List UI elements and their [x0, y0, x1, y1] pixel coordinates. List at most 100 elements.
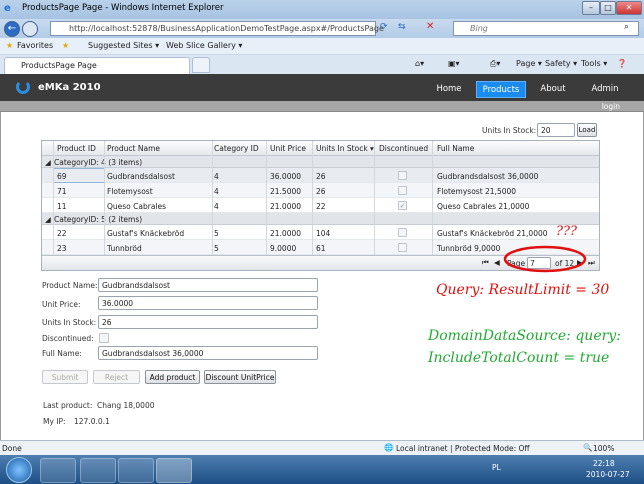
- discontinued-cell-checkbox[interactable]: ✓: [398, 201, 407, 210]
- security-zone[interactable]: Local intranet | Protected Mode: Off: [396, 444, 530, 453]
- last-product-value: Chang 18,0000: [97, 401, 155, 410]
- taskbar-explorer[interactable]: [40, 458, 76, 483]
- cell-full-name: Flotemysost 21,5000: [437, 187, 517, 196]
- forward-button[interactable]: [22, 21, 38, 37]
- home-icon[interactable]: ⌂▾: [415, 59, 424, 68]
- cell-category-id: 5: [214, 244, 219, 253]
- taskbar-visual-studio[interactable]: [118, 458, 154, 483]
- close-button[interactable]: ✕: [616, 1, 642, 15]
- zoom-level[interactable]: 100%: [593, 444, 614, 453]
- favorites-button[interactable]: Favorites: [17, 41, 53, 50]
- add-favorite-icon[interactable]: ★: [62, 41, 69, 50]
- discontinued-cell-checkbox[interactable]: [398, 228, 407, 237]
- start-button[interactable]: [6, 457, 32, 483]
- table-row[interactable]: 11 Queso Cabrales 4 21.0000 22 Queso Cabrales…: [42, 198, 599, 213]
- cell-unit-price: 36.0000: [270, 172, 302, 181]
- group-toggle-icon[interactable]: ◢: [45, 215, 51, 224]
- col-discontinued[interactable]: Discontinued: [379, 144, 428, 153]
- address-input[interactable]: http://localhost:52878/BusinessApplicati…: [50, 21, 384, 36]
- cell-units-in-stock: 26: [316, 187, 326, 196]
- cell-units-in-stock: 61: [316, 244, 326, 253]
- product-name-input[interactable]: Gudbrandsdalsost: [98, 278, 318, 292]
- cell-full-name: Tunnbröd 9,0000: [437, 244, 501, 253]
- clock-time[interactable]: 22:18: [593, 459, 615, 468]
- current-cell-focus: [53, 168, 105, 183]
- login-link[interactable]: login: [602, 102, 620, 111]
- cell-product-name: Queso Cabrales: [107, 202, 167, 211]
- compat-icon[interactable]: ⇆: [398, 22, 406, 32]
- prev-page-icon[interactable]: ◀: [494, 258, 500, 267]
- back-button[interactable]: ←: [4, 21, 20, 37]
- col-category-id[interactable]: Category ID: [214, 144, 259, 153]
- col-unit-price[interactable]: Unit Price: [270, 144, 306, 153]
- star-icon: ★: [6, 41, 14, 50]
- feeds-icon[interactable]: ▣▾: [448, 59, 460, 68]
- minimize-button[interactable]: –: [582, 1, 600, 15]
- unit-price-label: Unit Price:: [42, 300, 81, 309]
- group-header[interactable]: ◢ CategoryID: 4 (3 items): [42, 156, 599, 168]
- discontinued-checkbox[interactable]: [99, 333, 109, 343]
- col-product-name[interactable]: Product Name: [107, 144, 160, 153]
- window-title: ProductsPage Page - Windows Internet Exp…: [22, 3, 224, 13]
- first-page-icon[interactable]: ⏮: [482, 258, 489, 268]
- search-input[interactable]: Bing: [453, 21, 639, 36]
- taskbar-media-player[interactable]: [80, 458, 116, 483]
- status-text: Done: [2, 444, 22, 453]
- column-divider: [104, 141, 105, 255]
- nav-about[interactable]: About: [534, 81, 572, 98]
- units-filter-input[interactable]: 20: [537, 123, 575, 137]
- cell-unit-price: 21.5000: [270, 187, 302, 196]
- product-name-label: Product Name:: [42, 281, 98, 290]
- nav-admin[interactable]: Admin: [584, 81, 626, 98]
- login-bar: [0, 101, 644, 112]
- taskbar-internet-explorer[interactable]: [156, 458, 192, 483]
- cell-category-id: 5: [214, 229, 219, 238]
- print-icon[interactable]: ⎙▾: [490, 59, 500, 69]
- discontinued-cell-checkbox[interactable]: [398, 171, 407, 180]
- unit-price-input[interactable]: 36.0000: [98, 296, 318, 310]
- reject-button[interactable]: Reject: [93, 370, 140, 384]
- language-indicator[interactable]: PL: [492, 463, 501, 472]
- stop-icon[interactable]: ✕: [426, 21, 434, 32]
- search-icon[interactable]: ⌕: [624, 22, 629, 32]
- grid-header: Product ID Product Name Category ID Unit…: [42, 141, 599, 156]
- page-menu[interactable]: Page ▾: [516, 59, 542, 68]
- red-circle-annotation: [503, 245, 587, 273]
- discount-unitprice-button[interactable]: Discount UnitPrice: [204, 370, 276, 384]
- new-tab-button[interactable]: [192, 57, 210, 73]
- col-full-name[interactable]: Full Name: [437, 144, 474, 153]
- dds-annotation-line2: IncludeTotalCount = true: [428, 350, 610, 366]
- table-row[interactable]: 22 Gustaf's Knäckebröd 5 21.0000 104 Gustaf's…: [42, 225, 599, 240]
- group-label: CategoryID: 5 (2 items): [54, 215, 143, 224]
- nav-products[interactable]: Products: [476, 81, 526, 98]
- table-row[interactable]: 71 Flotemysost 4 21.5000 26 Flotemysost 21,50…: [42, 183, 599, 198]
- discontinued-cell-checkbox[interactable]: [398, 186, 407, 195]
- status-bar: Done 🌐 Local intranet | Protected Mode: …: [0, 440, 644, 455]
- refresh-icon[interactable]: ⟳: [380, 22, 388, 32]
- zoom-icon: 🔍: [583, 443, 593, 452]
- cell-product-name: Gudbrandsdalsost: [107, 172, 175, 181]
- tab-products-page[interactable]: ProductsPage Page: [4, 57, 190, 74]
- tools-menu[interactable]: Tools ▾: [581, 59, 607, 68]
- help-icon[interactable]: ❓: [617, 59, 627, 68]
- my-ip-label: My IP:: [43, 417, 66, 426]
- group-header[interactable]: ◢ CategoryID: 5 (2 items): [42, 213, 599, 225]
- clock-date[interactable]: 2010-07-27: [586, 470, 630, 479]
- discontinued-cell-checkbox[interactable]: [398, 243, 407, 252]
- full-name-input[interactable]: Gudbrandsdalsost 36,0000: [98, 346, 318, 360]
- add-product-button[interactable]: Add product: [145, 370, 200, 384]
- nav-home[interactable]: Home: [430, 81, 468, 98]
- load-button[interactable]: Load: [577, 123, 597, 137]
- web-slice-gallery[interactable]: Web Slice Gallery ▾: [166, 41, 242, 50]
- table-row[interactable]: 69 Gudbrandsdalsost 4 36.0000 26 Gudbrandsdal…: [42, 168, 599, 183]
- safety-menu[interactable]: Safety ▾: [545, 59, 577, 68]
- group-toggle-icon[interactable]: ◢: [45, 158, 51, 167]
- maximize-button[interactable]: □: [600, 1, 616, 15]
- suggested-sites[interactable]: Suggested Sites ▾: [88, 41, 159, 50]
- cell-product-id: 23: [57, 244, 67, 253]
- col-product-id[interactable]: Product ID: [57, 144, 96, 153]
- submit-button[interactable]: Submit: [42, 370, 88, 384]
- units-in-stock-input[interactable]: 26: [98, 315, 318, 329]
- col-units-in-stock[interactable]: Units In Stock ▾: [316, 144, 374, 153]
- column-divider: [432, 141, 433, 255]
